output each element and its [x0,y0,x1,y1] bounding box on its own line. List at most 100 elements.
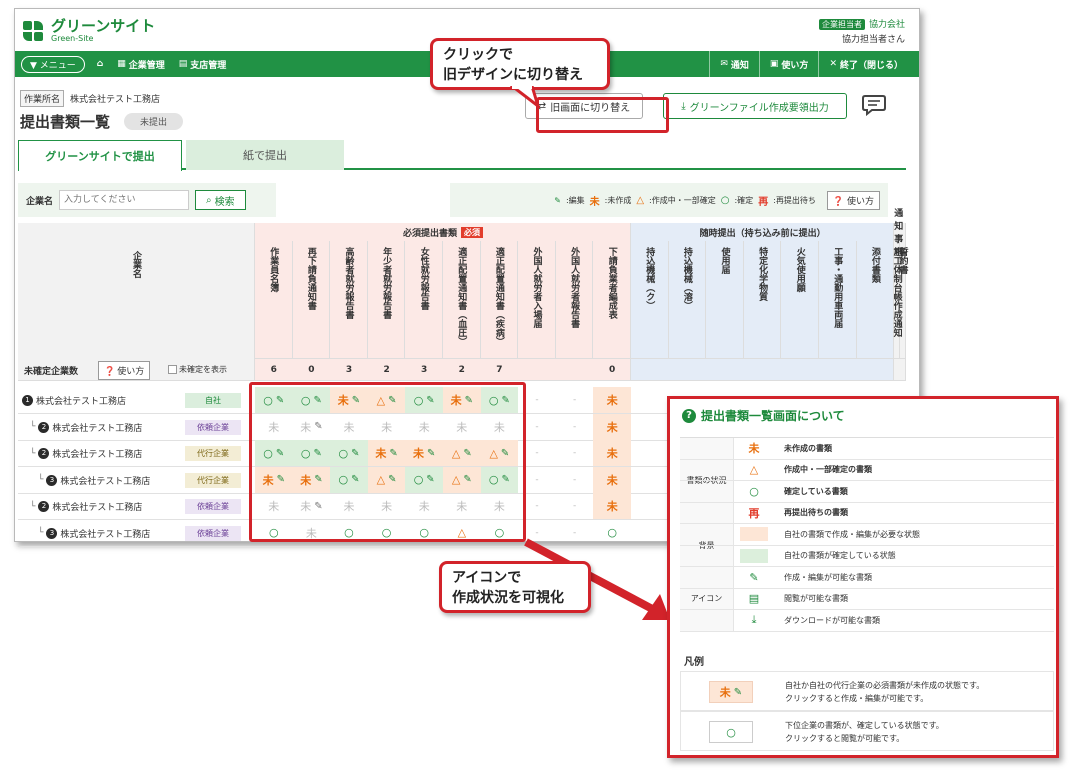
tab-paper[interactable]: 紙で提出 [186,140,344,170]
show-unconfirmed-label: 未確定を表示 [179,365,227,374]
column-header-label: 火気使用願 [794,247,805,292]
company-name: 株式会社テスト工務店 [36,397,127,407]
company-name: 株式会社テスト工務店 [60,529,151,540]
status-symbol: - [535,448,539,458]
required-badge: 必須 [461,226,483,238]
column-header: 特定化学物質 [743,241,782,359]
legend-row: ⤓ ダウンロードが可能な書類 [680,610,1054,632]
document-status-cell[interactable]: 未 [593,466,631,493]
column-header-label: 持込機械（ク） [644,247,655,310]
unconfirmed-count: 0 [609,365,616,375]
highlight-old-screen [536,97,669,133]
column-header: 再下請負通知書 [292,241,331,359]
nav-company-management[interactable]: ▦ 企業管理 [117,58,165,71]
required-group-title: 必須提出書類 [402,228,457,239]
company-name-cell[interactable]: └ 2 株式会社テスト工務店 [30,421,142,434]
chat-icon[interactable] [862,94,886,116]
company-name-cell[interactable]: └ 2 株式会社テスト工務店 [30,447,142,460]
example-sample-1: 未 ✎ [709,681,753,703]
status-badge: 未提出 [124,113,184,130]
pen-icon: ✎ [749,570,759,584]
column-header: 高齢者就労報告書 [330,241,368,359]
nav-branch-management[interactable]: ▤ 支店管理 [179,58,227,71]
unconfirmed-count: 2 [458,365,465,375]
green-file-output-button[interactable]: ⤓ グリーンファイル作成要領出力 [663,93,847,119]
document-status-cell: - [556,467,594,493]
unconfirmed-count: 2 [383,365,390,375]
column-header: 工事・通勤用車両届 [819,241,857,359]
callout-switch-design: クリックで 旧デザインに切り替え [430,38,610,90]
status-legend: ✎:編集 未:未作成 △:作成中・一部確定 ○:確定 再:再提出待ち ❓ 使い方 [450,183,888,217]
company-name: 株式会社テスト工務店 [52,423,143,434]
nav-howto[interactable]: ▣ 使い方 [758,51,819,77]
home-button[interactable]: ⌂ [97,59,103,69]
show-unconfirmed-checkbox[interactable]: 未確定を表示 [168,364,227,375]
column-header: 誓約書 [898,241,908,359]
optional-status-cell [631,414,669,440]
company-search-input[interactable] [59,190,190,210]
nav-exit[interactable]: ✕ 終了（閉じる） [818,51,913,77]
status-symbol: 未 [606,447,618,460]
color-swatch [740,527,768,542]
legend-text: 作成・編集が可能な書類 [784,572,872,582]
level-badge: 1 [22,395,33,406]
status-symbol: - [572,474,577,485]
status-symbol: - [572,448,577,458]
color-swatch [740,548,768,563]
document-status-cell: - [556,493,594,519]
page-title: 提出書類一覧 未提出 [20,111,184,132]
optional-status-cell [631,440,669,466]
column-header: 添付書類 [856,241,895,359]
tree-branch-icon: └ [38,528,44,538]
search-button[interactable]: ⌕ 検索 [195,190,246,210]
legend-row: 自社の書類が確定している状態 [680,546,1054,567]
company-name-cell[interactable]: └ 2 株式会社テスト工務店 [30,500,142,513]
company-name-cell[interactable]: └ 3 株式会社テスト工務店 [38,474,150,487]
legend-text: 確定している書類 [784,486,848,496]
question-icon: ? [682,408,696,423]
column-header: 使用届 [706,241,744,359]
required-group-label: 必須提出書類 必須 [255,223,631,241]
level-badge: 2 [38,421,50,433]
optional-status-cell [631,387,669,413]
highlight-status-cells [249,382,526,542]
column-header: 作業員名簿 [255,241,293,359]
company-type-tag: 依頼企業 [185,499,241,514]
legend-row: ○ 確定している書類 [680,481,1054,503]
level-badge: 3 [46,474,58,486]
notice-group-label: 通知事項 [894,209,904,258]
level-badge: 3 [46,527,58,539]
table-howto-button[interactable]: ❓ 使い方 [98,361,151,380]
optional-group-label: 随時提出（持ち込み前に提出） [699,228,826,239]
crumb-value: 株式会社テスト工務店 [70,95,161,105]
document-status-cell[interactable]: 未 [593,493,631,519]
document-status-cell[interactable]: 未 [593,440,631,466]
legend-text: 再提出待ちの書類 [784,508,848,518]
legend-table: 書類の状況未未作成の書類 △ 作成中・一部確定の書類 ○ 確定している書類再再提出待ちの… [680,437,1054,632]
legend-row: ✎ 作成・編集が可能な書類 [680,567,1054,589]
column-header-label: 特定化学物質 [757,247,768,301]
column-header-label: 作業員名簿 [268,247,279,292]
legend-howto-button[interactable]: ❓ 使い方 [826,190,880,210]
legend-row: 自社の書類で作成・編集が必要な状態 [680,524,1054,546]
document-status-cell[interactable]: 未 [593,387,631,413]
header-company-cell: 企業名 [18,223,255,381]
company-name-cell[interactable]: └ 3 株式会社テスト工務店 [38,527,150,540]
logo[interactable]: グリーンサイト Green-Site [23,19,155,43]
menu-button[interactable]: ▼ メニュー [21,55,85,73]
tree-branch-icon: └ [30,422,36,432]
legend-text: 作成中・一部確定の書類 [784,465,872,475]
callout-pointer [510,86,540,108]
column-header-label: 添付書類 [869,247,880,283]
column-header-label: 再下請負通知書 [305,247,316,310]
unconfirmed-count: 0 [308,365,315,375]
column-header: 女性就労報告書 [405,241,443,359]
tab-green-site[interactable]: グリーンサイトで提出 [18,140,182,171]
close-icon: ✕ [829,59,837,69]
nav-notifications[interactable]: ✉ 通知 [709,51,759,77]
legend-row: △ 作成中・一部確定の書類 [680,460,1054,481]
download-icon: ⤓ [751,613,757,627]
example-row-1: 未 ✎ 自社か自社の代行企業の必須書類が未作成の状態です。 クリックすると作成・編… [680,671,1054,711]
document-status-cell[interactable]: 未 [593,413,631,440]
company-name-cell[interactable]: 1 株式会社テスト工務店 [22,394,126,407]
